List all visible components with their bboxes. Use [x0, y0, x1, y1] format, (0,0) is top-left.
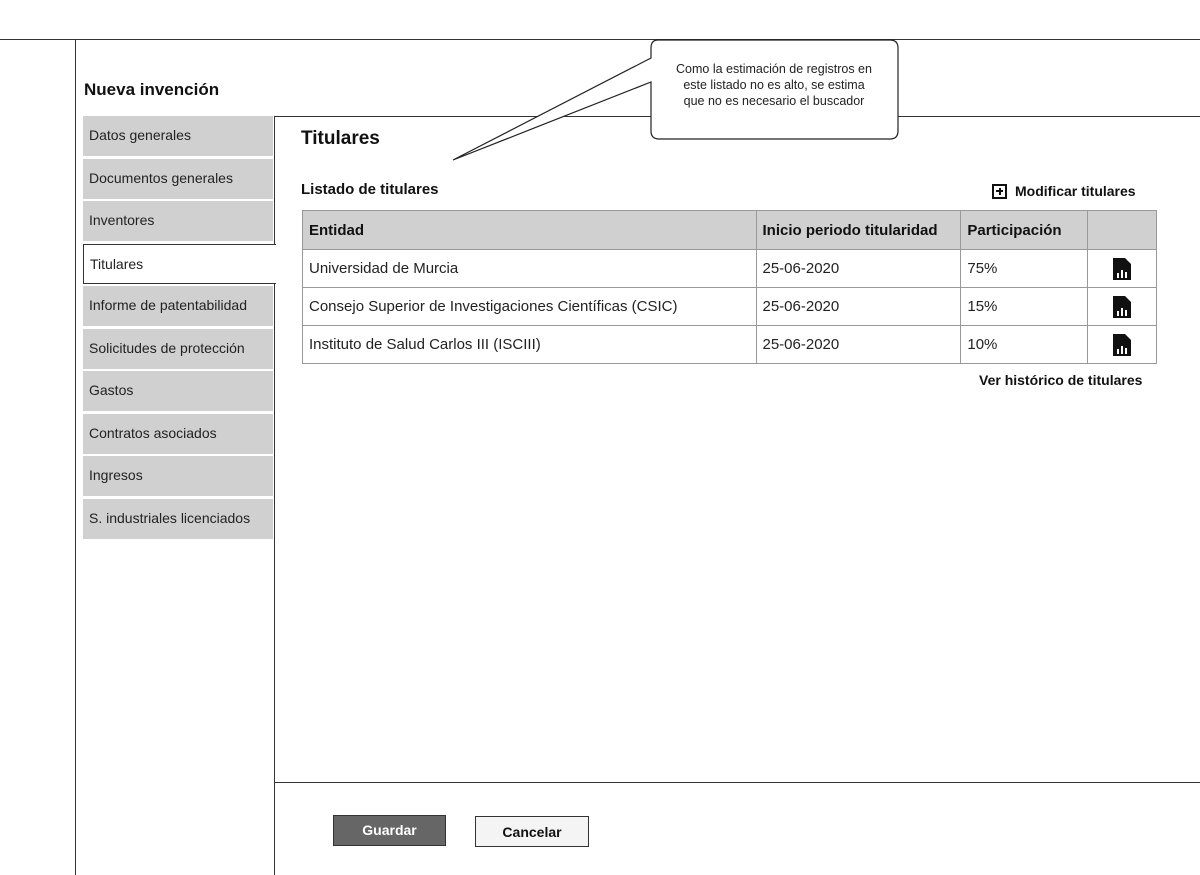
callout-line: Como la estimación de registros en — [676, 62, 872, 76]
report-document-icon[interactable] — [1113, 333, 1132, 356]
sidebar-item-s-industriales-licenciados[interactable]: S. industriales licenciados — [83, 498, 273, 539]
sidebar-item-gastos[interactable]: Gastos — [83, 371, 273, 411]
cancel-button[interactable]: Cancelar — [475, 816, 589, 847]
cell-inicio: 25-06-2020 — [755, 249, 962, 288]
save-button[interactable]: Guardar — [333, 815, 446, 846]
sidebar-item-solicitudes-proteccion[interactable]: Solicitudes de protección — [83, 328, 273, 369]
cell-participacion: 15% — [960, 287, 1089, 326]
sidebar-item-titulares[interactable]: Titulares — [83, 243, 276, 284]
content-border-left — [274, 116, 275, 875]
table-row: Consejo Superior de Investigaciones Cien… — [302, 287, 1157, 326]
sidebar-item-ingresos[interactable]: Ingresos — [83, 456, 273, 496]
table-row: Instituto de Salud Carlos III (ISCIII) 2… — [302, 325, 1157, 364]
cell-entidad: Instituto de Salud Carlos III (ISCIII) — [302, 325, 757, 364]
cell-inicio: 25-06-2020 — [755, 325, 962, 364]
cell-entidad: Universidad de Murcia — [302, 249, 757, 288]
cell-action — [1087, 249, 1157, 288]
sidebar-item-contratos-asociados[interactable]: Contratos asociados — [83, 413, 273, 454]
column-header-actions — [1087, 210, 1157, 250]
cell-action — [1087, 325, 1157, 364]
callout-note: Como la estimación de registros en este … — [651, 61, 897, 109]
sidebar-item-inventores[interactable]: Inventores — [83, 201, 273, 241]
callout-line: este listado no es alto, se estima — [683, 78, 865, 92]
cell-action — [1087, 287, 1157, 326]
callout-bubble — [452, 39, 899, 161]
cell-participacion: 75% — [960, 249, 1089, 288]
report-document-icon[interactable] — [1113, 257, 1132, 280]
cell-inicio: 25-06-2020 — [755, 287, 962, 326]
column-header-inicio: Inicio periodo titularidad — [755, 210, 962, 250]
cell-entidad: Consejo Superior de Investigaciones Cien… — [302, 287, 757, 326]
cell-participacion: 10% — [960, 325, 1089, 364]
column-header-entidad: Entidad — [302, 210, 757, 250]
sidebar-item-informe-patentabilidad[interactable]: Informe de patentabilidad — [83, 286, 273, 326]
table-header-row: Entidad Inicio periodo titularidad Parti… — [302, 210, 1157, 250]
column-header-participacion: Participación — [960, 210, 1089, 250]
table-row: Universidad de Murcia 25-06-2020 75% — [302, 249, 1157, 288]
content-border-bottom — [274, 782, 1200, 783]
titulares-table: Entidad Inicio periodo titularidad Parti… — [302, 210, 1157, 364]
report-document-icon[interactable] — [1113, 295, 1132, 318]
callout-line: que no es necesario el buscador — [683, 94, 865, 108]
history-link[interactable]: Ver histórico de titulares — [979, 372, 1142, 388]
